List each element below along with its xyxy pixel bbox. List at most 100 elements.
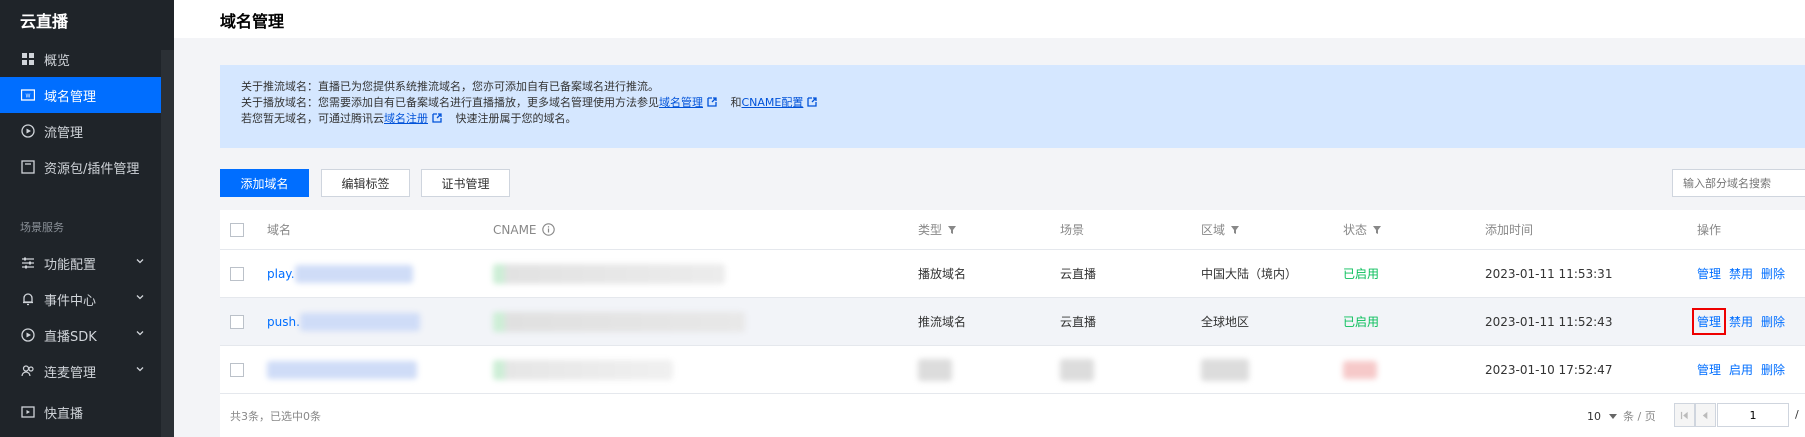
redacted-domain [294,264,413,283]
filter-icon[interactable] [947,225,957,235]
bell-icon [20,291,36,307]
row-checkbox[interactable] [230,266,244,281]
redacted-type [918,358,952,381]
page-size-unit: 条 / 页 [1623,410,1656,423]
play-circle-icon [20,327,36,343]
status-badge: 已启用 [1343,267,1380,281]
prev-page-icon [1702,411,1708,419]
sidebar-item-resource-packages[interactable]: 资源包/插件管理 [0,149,161,185]
column-header-label: 状态 [1343,223,1368,237]
notice-line-register: 若您暂无域名，可通过腾讯云域名注册 快速注册属于您的域名。 [241,111,577,127]
disable-link[interactable]: 禁用 [1729,265,1753,282]
edit-tags-button[interactable]: 编辑标签 [321,169,410,197]
enable-link[interactable]: 启用 [1729,361,1753,378]
caret-down-icon [1608,414,1617,419]
sidebar-item-event-center[interactable]: 事件中心 [0,281,161,317]
row-checkbox[interactable] [230,362,244,377]
scene-cell [1060,346,1094,393]
notice-text: 关于播放域名：您需要添加自有已备案域名进行直播播放，更多域名管理使用方法参见 [241,96,659,109]
notice-line-play: 关于播放域名：您需要添加自有已备案域名进行直播播放，更多域名管理使用方法参见域名… [241,95,821,111]
table-row: push. 推流域名 云直播 全球地区 已启用 2023-01-11 11:52… [220,298,1805,346]
sidebar-item-label: 事件中心 [44,293,97,309]
play-circle-icon [20,123,36,139]
table-header-row: 域名 CNAME 类型 场景 区域 状态 添加时间 操作 [220,210,1805,250]
page-title: 域名管理 [220,12,285,31]
video-play-icon [20,404,36,420]
domain-link[interactable]: play. [267,267,295,281]
first-page-button[interactable] [1674,403,1695,427]
row-checkbox[interactable] [230,314,244,329]
sidebar-item-domain-management[interactable]: W 域名管理 [0,77,161,113]
column-header-added-time: 添加时间 [1485,223,1534,237]
sidebar-item-overview[interactable]: 概览 [0,41,161,77]
info-notice: 关于推流域名：直播已为您提供系统推流域名，您亦可添加自有已备案域名进行推流。 关… [220,65,1805,148]
sidebar-item-label: 直播SDK [44,329,97,345]
manage-link[interactable]: 管理 [1697,361,1721,378]
domain-link[interactable]: push. [267,315,300,329]
sidebar: 云直播 概览 W 域名管理 流管理 资源包/插件管理 场景服务 功能配置 事件中… [0,0,174,437]
column-header-actions: 操作 [1697,223,1722,237]
sidebar-scrollbar[interactable] [161,50,174,437]
column-header-cname: CNAME [493,210,555,249]
delete-link[interactable]: 删除 [1761,313,1785,330]
cname-cell [493,298,745,345]
actions-cell: 管理 启用 删除 [1697,346,1793,393]
chevron-down-icon [136,331,144,336]
disable-link[interactable]: 禁用 [1729,313,1753,330]
domain-management-doc-link[interactable]: 域名管理 [659,96,703,109]
column-header-status[interactable]: 状态 [1343,210,1382,249]
redacted-cname [493,311,745,332]
sidebar-item-label: 域名管理 [44,89,97,105]
chevron-down-icon [136,295,144,300]
redacted-scene [1060,358,1094,381]
info-icon[interactable] [541,223,555,236]
app-title: 云直播 [20,12,69,31]
redacted-domain [299,312,420,331]
column-header-domain: 域名 [267,223,292,237]
sidebar-item-live-sdk[interactable]: 直播SDK [0,317,161,353]
type-cell: 推流域名 [918,315,967,329]
redacted-cname [493,359,673,380]
column-header-label: CNAME [493,222,537,237]
scene-cell: 云直播 [1060,267,1097,281]
domain-cell: play. [267,250,413,297]
delete-link[interactable]: 删除 [1761,265,1785,282]
delete-link[interactable]: 删除 [1761,361,1785,378]
domain-register-link[interactable]: 域名注册 [384,112,428,125]
sidebar-item-stream-management[interactable]: 流管理 [0,113,161,149]
filter-icon[interactable] [1230,225,1240,235]
add-domain-button[interactable]: 添加域名 [220,169,309,197]
column-header-type[interactable]: 类型 [918,210,957,249]
page-size-select[interactable]: 10 条 / 页 [1587,408,1656,424]
sidebar-item-co-anchoring[interactable]: 连麦管理 [0,353,161,389]
domain-table: 域名 CNAME 类型 场景 区域 状态 添加时间 操作 play. 播放域名 … [220,210,1805,437]
page-header: 域名管理 [174,0,1805,38]
current-page-input[interactable] [1717,403,1789,427]
table-row: play. 播放域名 云直播 中国大陆（境内） 已启用 2023-01-11 1… [220,250,1805,298]
certificate-management-button[interactable]: 证书管理 [421,169,510,197]
manage-link[interactable]: 管理 [1691,308,1727,335]
domain-cell: push. [267,298,420,345]
sidebar-item-label: 连麦管理 [44,365,97,381]
column-header-label: 类型 [918,223,943,237]
added-time-cell: 2023-01-11 11:52:43 [1485,314,1613,329]
sidebar-item-label: 快直播 [44,406,84,422]
type-cell [918,346,952,393]
added-time-cell: 2023-01-10 17:52:47 [1485,362,1613,377]
manage-link[interactable]: 管理 [1697,265,1721,282]
sidebar-item-feature-config[interactable]: 功能配置 [0,245,161,281]
cname-cell [493,250,725,297]
filter-icon[interactable] [1372,225,1382,235]
scene-cell: 云直播 [1060,315,1097,329]
sliders-icon [20,255,36,271]
prev-page-button[interactable] [1695,403,1716,427]
sidebar-item-label: 资源包/插件管理 [44,161,140,177]
sidebar-item-fast-live[interactable]: 快直播 [0,394,161,430]
external-link-icon [807,97,818,107]
chevron-down-icon [136,259,144,264]
cname-config-doc-link[interactable]: CNAME配置 [742,96,804,109]
select-all-checkbox[interactable] [230,222,244,237]
domain-search-input[interactable] [1672,169,1805,197]
type-cell: 播放域名 [918,267,967,281]
column-header-region[interactable]: 区域 [1201,210,1240,249]
